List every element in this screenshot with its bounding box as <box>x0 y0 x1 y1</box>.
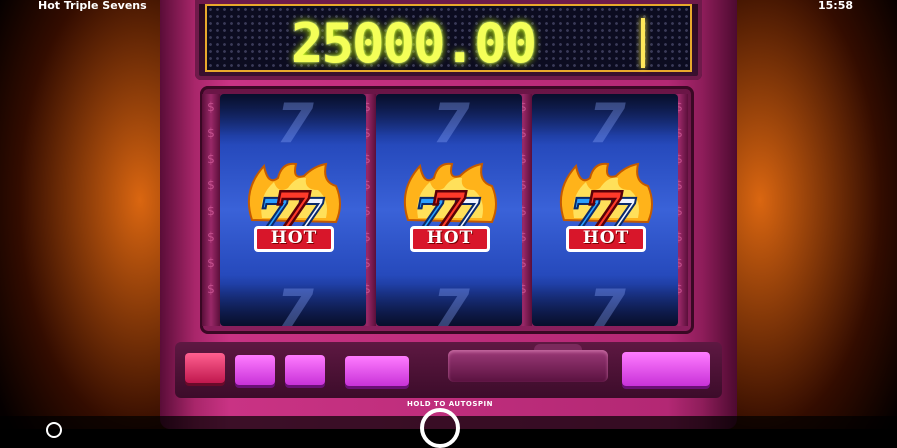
game-title: Hot Triple Sevens <box>38 0 147 12</box>
faded-seven-icon: 7 <box>588 278 626 327</box>
led-panel: 25000.00 <box>205 4 692 75</box>
reel-divider: $ $ $ $ $ $ $ $ <box>202 94 220 326</box>
win-amount: 25000.00 <box>291 12 537 75</box>
faded-seven-icon: 7 <box>432 94 470 155</box>
hot-label: HOT <box>582 228 630 248</box>
autospin-hint: HOLD TO AUTOSPIN <box>407 400 493 408</box>
reel-2: 7 7 7 7 7 HOT <box>376 94 522 326</box>
faded-seven-icon: 7 <box>588 94 626 155</box>
faded-seven-icon: 7 <box>276 94 314 155</box>
machine-button-1[interactable] <box>235 355 275 385</box>
reel-3: 7 7 7 7 7 HOT <box>532 94 678 326</box>
clock: 15:58 <box>817 0 853 12</box>
red-machine-button[interactable] <box>185 353 225 383</box>
machine-button-2[interactable] <box>285 355 325 385</box>
reel-frame: $ $ $ $ $ $ $ $ $ $ $ $ $ $ $ $ $ $ $ $ $ $ $ $ $ $ $ $ $ $ $ $ 7 7 … <box>200 86 694 334</box>
top-bar: Hot Triple Sevens 15:58 <box>0 0 897 14</box>
machine-spin-button[interactable] <box>622 352 710 386</box>
machine-button-3[interactable] <box>345 356 409 386</box>
display-cursor <box>641 18 645 68</box>
settings-icon[interactable] <box>46 422 62 438</box>
coin-tray <box>448 350 608 382</box>
reel-1: 7 7 7 7 7 HOT <box>220 94 366 326</box>
spin-button[interactable] <box>420 408 460 448</box>
faded-seven-icon: 7 <box>432 278 470 327</box>
faded-seven-icon: 7 <box>276 278 314 327</box>
hot-label: HOT <box>270 228 318 248</box>
hot-label: HOT <box>426 228 474 248</box>
